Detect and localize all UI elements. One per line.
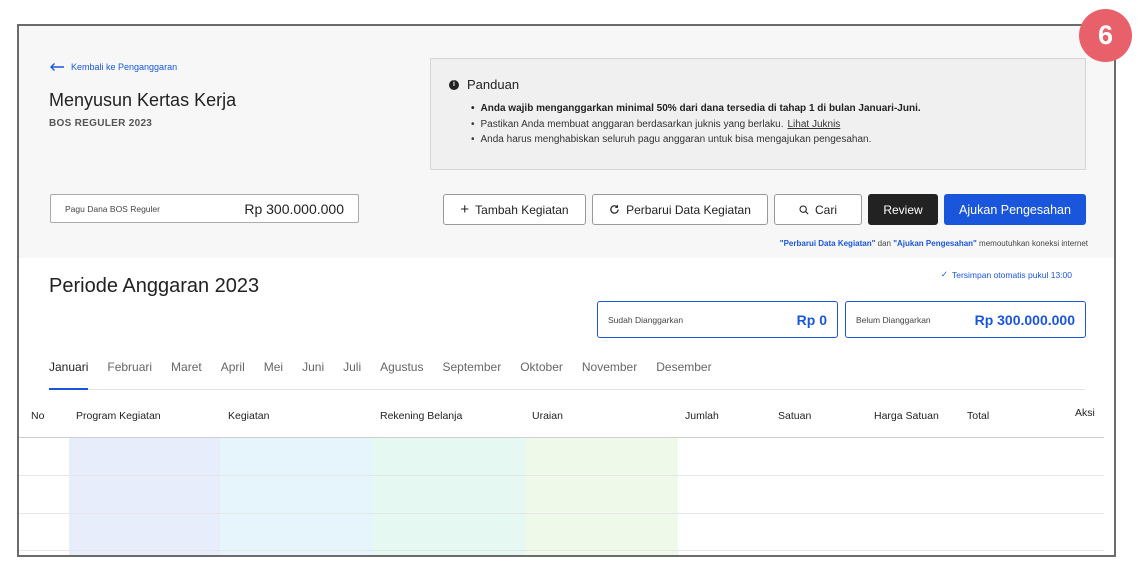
- month-tabs: Januari Februari Maret April Mei Juni Ju…: [49, 360, 1085, 390]
- connection-note: "Perbarui Data Kegiatan" dan "Ajukan Pen…: [780, 239, 1088, 248]
- search-icon: [799, 204, 809, 215]
- kegiatan-column-fill: [220, 438, 372, 555]
- tab-desember[interactable]: Desember: [656, 360, 711, 389]
- remaining-label: Belum Dianggarkan: [856, 314, 931, 325]
- note-text: dan: [875, 239, 894, 248]
- tab-maret[interactable]: Maret: [171, 360, 202, 389]
- plus-icon: +: [460, 201, 470, 218]
- refresh-activity-label: Perbarui Data Kegiatan: [626, 202, 751, 217]
- col-header-uraian: Uraian: [532, 410, 563, 422]
- budgeted-label: Sudah Dianggarkan: [608, 314, 684, 325]
- col-header-satuan: Satuan: [778, 410, 812, 422]
- header-panel: Kembali ke Penganggaran Menyusun Kertas …: [19, 26, 1114, 258]
- search-label: Cari: [814, 202, 837, 217]
- tab-februari[interactable]: Februari: [107, 360, 152, 389]
- pagu-value: Rp 300.000.000: [244, 200, 344, 217]
- guide-title: Panduan: [467, 77, 520, 92]
- budgeted-value: Rp 0: [796, 311, 827, 328]
- col-header-no: No: [31, 410, 45, 422]
- uraian-column-fill: [525, 438, 678, 555]
- submit-approval-label: Ajukan Pengesahan: [959, 202, 1071, 217]
- tab-oktober[interactable]: Oktober: [520, 360, 563, 389]
- page-subtitle: BOS REGULER 2023: [49, 118, 153, 129]
- review-label: Review: [883, 202, 923, 217]
- guide-item: Anda harus menghabiskan seluruh pagu ang…: [471, 132, 921, 148]
- check-icon: ✓: [940, 269, 948, 279]
- search-button[interactable]: Cari: [774, 194, 862, 225]
- table-row: [19, 550, 1104, 551]
- guide-item: Pastikan Anda membuat anggaran berdasark…: [471, 117, 921, 133]
- add-activity-label: Tambah Kegiatan: [475, 202, 569, 217]
- tab-januari[interactable]: Januari: [49, 360, 89, 390]
- table-row: [19, 513, 1104, 514]
- info-icon: i: [449, 79, 459, 90]
- col-header-kegiatan: Kegiatan: [228, 410, 270, 422]
- review-button[interactable]: Review: [868, 194, 938, 225]
- tab-september[interactable]: September: [442, 360, 501, 389]
- guide-list: Anda wajib menganggarkan minimal 50% dar…: [471, 101, 921, 148]
- autosave-status: ✓ Tersimpan otomatis pukul 13:00: [941, 269, 1072, 280]
- pagu-label: Pagu Dana BOS Reguler: [65, 203, 160, 214]
- col-header-rekening: Rekening Belanja: [380, 410, 463, 422]
- tab-juli[interactable]: Juli: [343, 360, 361, 389]
- col-header-harga-satuan: Harga Satuan: [874, 410, 939, 422]
- autosave-text: Tersimpan otomatis pukul 13:00: [951, 269, 1072, 280]
- note-text: memoutuhkan koneksi internet: [976, 239, 1088, 248]
- tab-agustus[interactable]: Agustus: [380, 360, 423, 389]
- pagu-field: Pagu Dana BOS Reguler Rp 300.000.000: [50, 194, 359, 223]
- add-activity-button[interactable]: + Tambah Kegiatan: [443, 194, 586, 225]
- budgeted-summary: Sudah Dianggarkan Rp 0: [597, 301, 838, 338]
- back-link[interactable]: Kembali ke Penganggaran: [49, 62, 177, 72]
- page-title: Menyusun Kertas Kerja: [49, 90, 237, 110]
- rekening-column-fill: [372, 438, 525, 555]
- guide-item-text: Pastikan Anda membuat anggaran berdasark…: [480, 118, 784, 130]
- table-header: No Program Kegiatan Kegiatan Rekening Be…: [19, 402, 1104, 438]
- step-badge: 6: [1079, 9, 1132, 62]
- guide-item: Anda wajib menganggarkan minimal 50% dar…: [471, 101, 921, 117]
- note-highlight: "Perbarui Data Kegiatan": [779, 239, 876, 248]
- submit-approval-button[interactable]: Ajukan Pengesahan: [944, 194, 1086, 225]
- tab-juni[interactable]: Juni: [302, 360, 324, 389]
- refresh-activity-button[interactable]: Perbarui Data Kegiatan: [592, 194, 768, 225]
- col-header-jumlah: Jumlah: [685, 410, 719, 422]
- col-header-total: Total: [967, 410, 990, 422]
- tab-mei[interactable]: Mei: [264, 360, 283, 389]
- note-highlight: "Ajukan Pengesahan": [893, 239, 977, 248]
- period-title: Periode Anggaran 2023: [49, 275, 260, 297]
- refresh-icon: [610, 205, 619, 214]
- back-link-label: Kembali ke Penganggaran: [71, 62, 178, 72]
- remaining-summary: Belum Dianggarkan Rp 300.000.000: [845, 301, 1086, 338]
- col-header-aksi: Aksi: [1075, 407, 1095, 419]
- remaining-value: Rp 300.000.000: [974, 311, 1075, 328]
- guide-panel: i Panduan Anda wajib menganggarkan minim…: [430, 58, 1086, 170]
- app-frame: Kembali ke Penganggaran Menyusun Kertas …: [17, 24, 1116, 557]
- program-column-fill: [69, 438, 220, 555]
- col-header-program: Program Kegiatan: [76, 410, 161, 422]
- tab-april[interactable]: April: [221, 360, 245, 389]
- arrow-left-icon: [50, 63, 64, 71]
- tab-november[interactable]: November: [582, 360, 637, 389]
- table-row: [19, 475, 1104, 476]
- juknis-link[interactable]: Lihat Juknis: [787, 119, 840, 130]
